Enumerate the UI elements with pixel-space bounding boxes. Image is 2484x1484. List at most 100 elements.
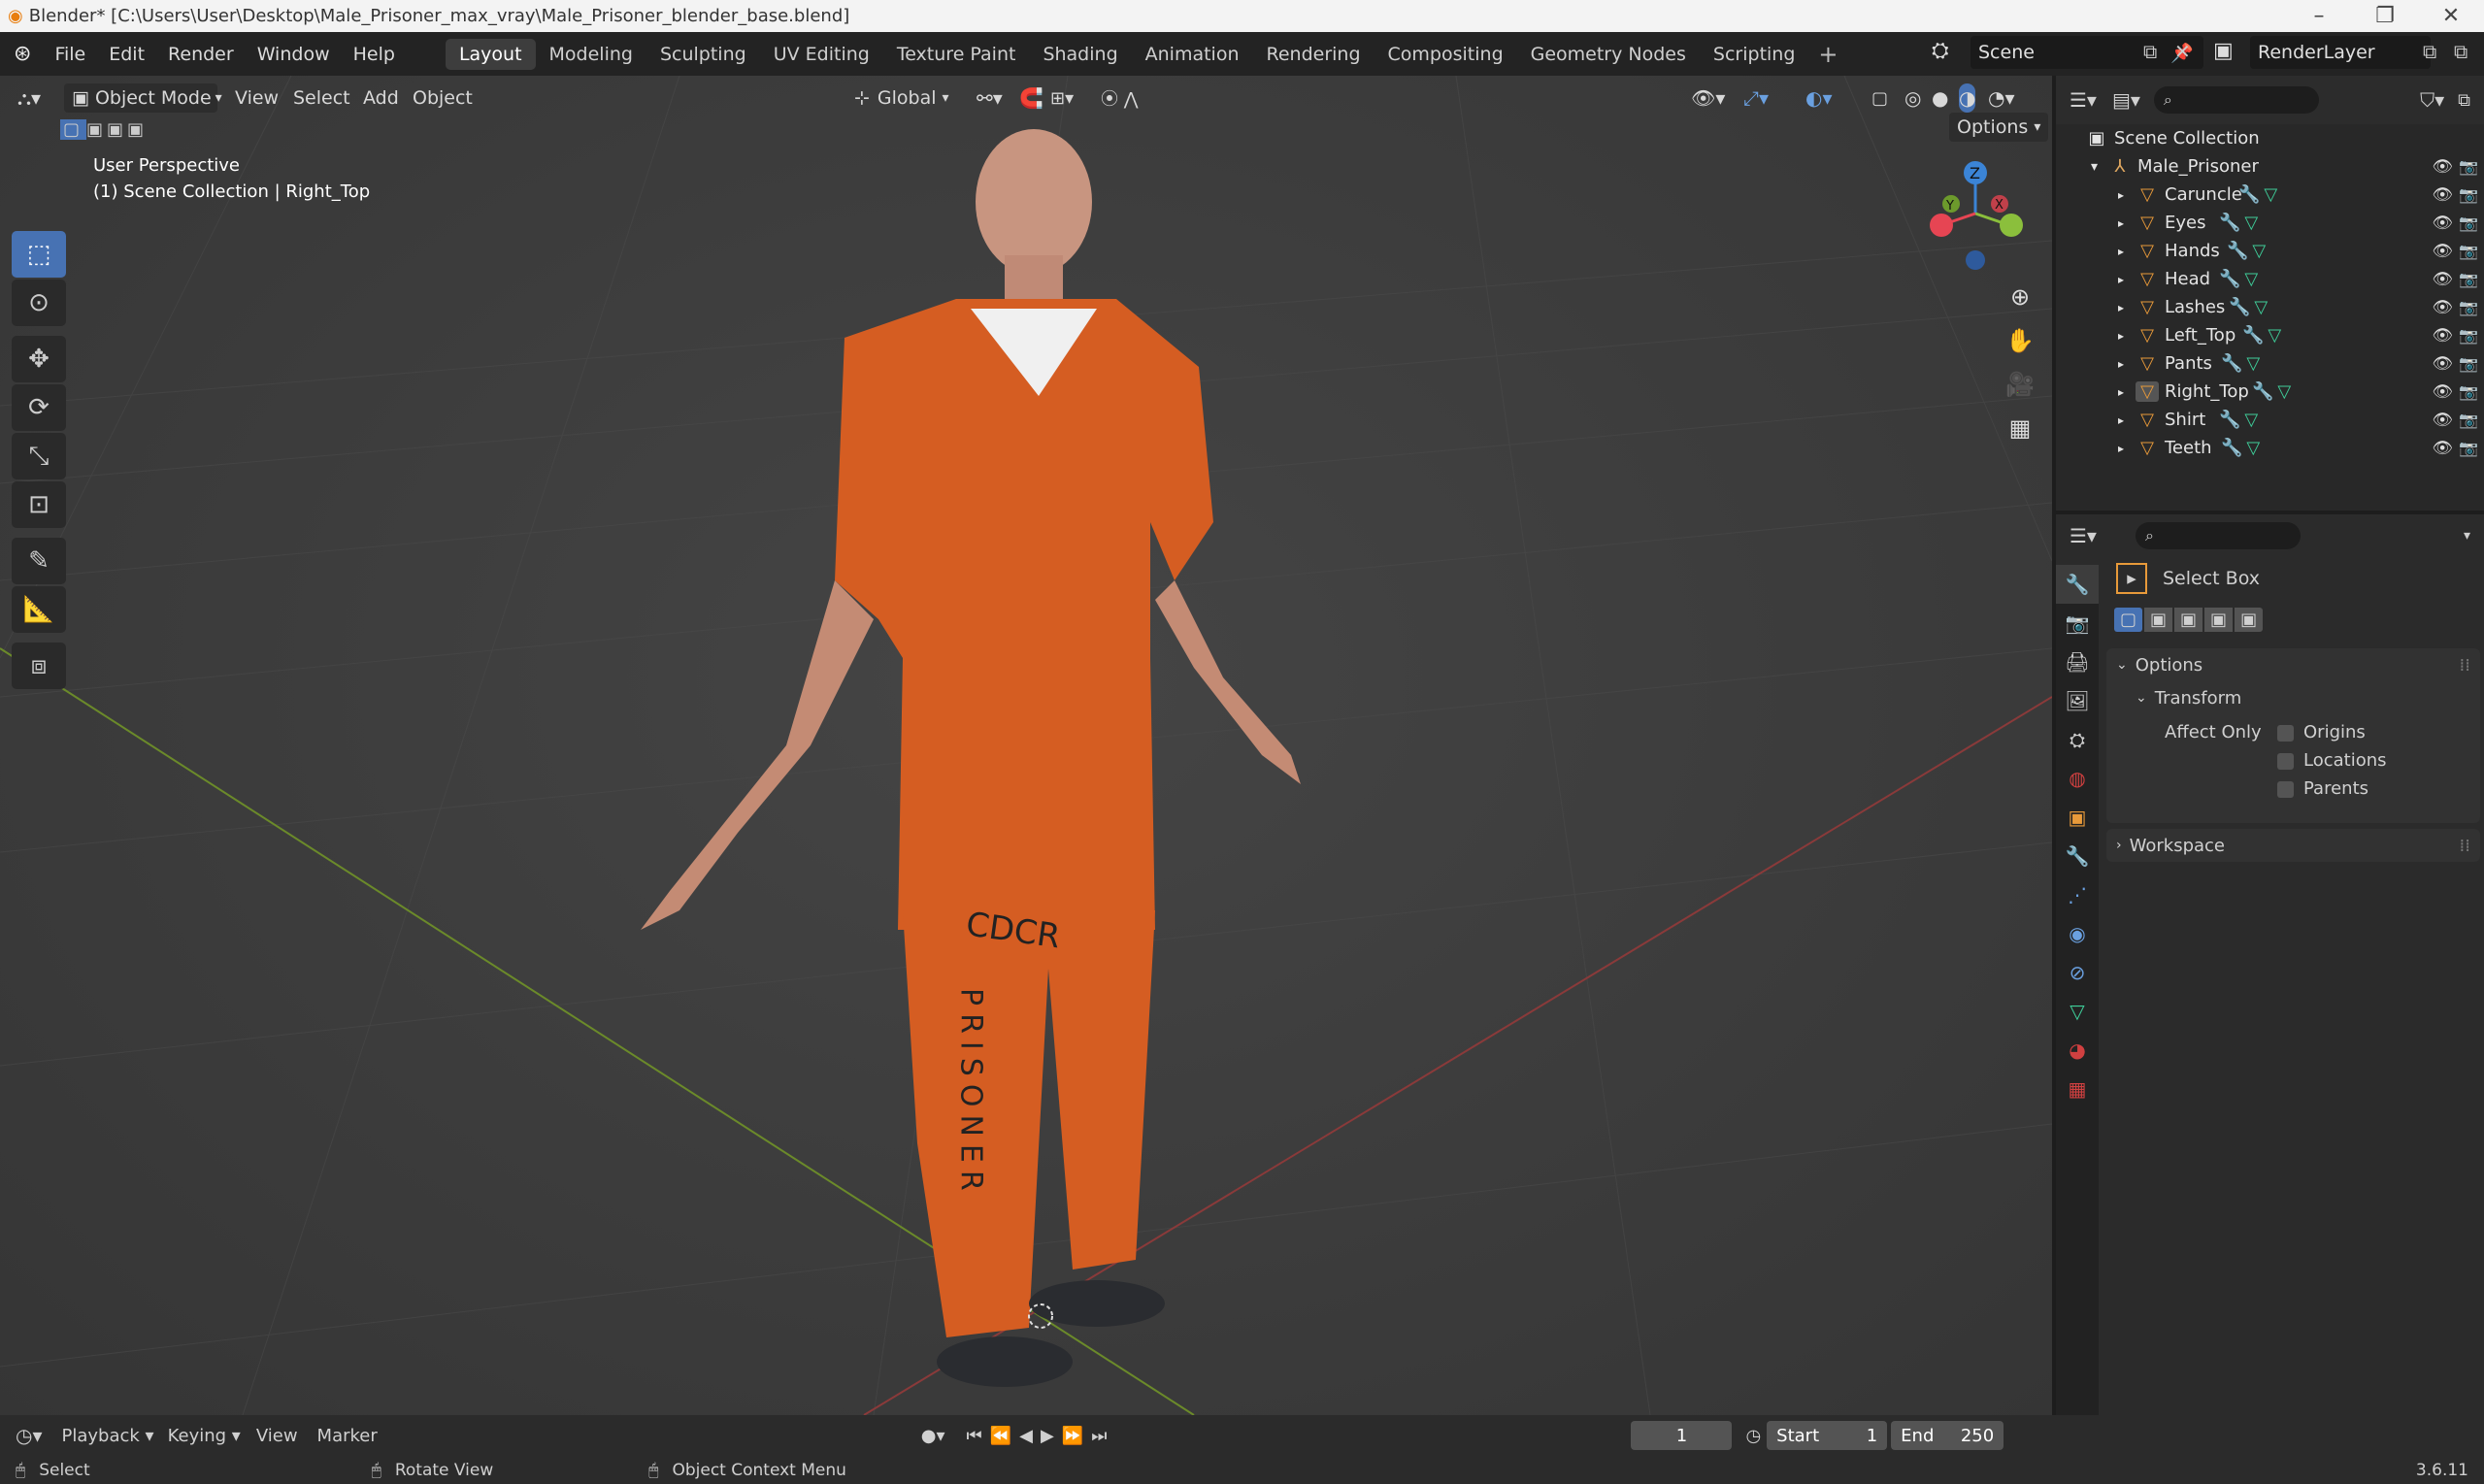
- select-mode-buttons[interactable]: ▢ ▣ ▣ ▣: [60, 115, 148, 144]
- eye-icon[interactable]: 👁: [2432, 270, 2453, 289]
- add-cube-tool-icon[interactable]: ⧈: [12, 643, 66, 689]
- view-layer-selector[interactable]: RenderLayer: [2250, 36, 2431, 69]
- menu-edit[interactable]: Edit: [97, 44, 156, 65]
- data-tab-icon[interactable]: ▽: [2056, 992, 2099, 1031]
- timeline-editor-icon[interactable]: ◷▾: [16, 1424, 43, 1447]
- locations-checkbox[interactable]: Locations: [2277, 750, 2387, 771]
- menu-help[interactable]: Help: [342, 44, 407, 65]
- transform-tool-icon[interactable]: ⊡: [12, 481, 66, 528]
- visibility-icon[interactable]: 👁▾: [1691, 83, 1725, 113]
- outliner-search-input[interactable]: ⌕: [2153, 86, 2319, 114]
- collection-row[interactable]: ▾ ⅄ Male_Prisoner 👁 📷: [2056, 152, 2484, 181]
- tool-tab-icon[interactable]: 🔧: [2056, 565, 2099, 604]
- expand-icon[interactable]: ▸: [2118, 216, 2136, 230]
- physics-tab-icon[interactable]: ◉: [2056, 914, 2099, 953]
- play-icon[interactable]: ▶: [1041, 1426, 1054, 1446]
- select-difference-icon[interactable]: ▣: [2204, 608, 2234, 632]
- current-frame-field[interactable]: 1: [1631, 1421, 1733, 1450]
- tab-compositing[interactable]: Compositing: [1374, 39, 1517, 70]
- select-extend-icon[interactable]: ▣: [2144, 608, 2173, 632]
- outliner-item-pants[interactable]: ▸ ▽ Pants 🔧 ▽ 👁 📷: [2056, 349, 2484, 378]
- camera-render-icon[interactable]: 📷: [2459, 242, 2478, 260]
- checkbox-box[interactable]: [2277, 724, 2294, 742]
- maximize-icon[interactable]: ❐: [2352, 4, 2418, 28]
- menu-render[interactable]: Render: [156, 44, 246, 65]
- drag-handle-icon[interactable]: ⁞⁞: [2460, 655, 2470, 676]
- expand-icon[interactable]: ▸: [2118, 329, 2136, 343]
- outliner-item-hands[interactable]: ▸ ▽ Hands 🔧 ▽ 👁 📷: [2056, 237, 2484, 265]
- delete-layer-icon[interactable]: ⧉: [2454, 40, 2467, 63]
- view-layer-tab-icon[interactable]: 🖼: [2056, 681, 2099, 720]
- snap-icon[interactable]: 🧲: [1019, 83, 1043, 113]
- mode-dropdown[interactable]: ▣ Object Mode ▾: [64, 83, 222, 113]
- jump-keyframe-back-icon[interactable]: ⏪: [990, 1426, 1011, 1446]
- new-scene-icon[interactable]: ⧉: [2143, 40, 2157, 63]
- xray-icon[interactable]: ▢: [1871, 83, 1888, 113]
- delete-scene-icon[interactable]: ✕: [2174, 40, 2191, 63]
- eye-icon[interactable]: 👁: [2432, 382, 2453, 402]
- pivot-icon[interactable]: ⚯▾: [977, 83, 1003, 113]
- transform-subpanel-header[interactable]: ⌄ Transform: [2106, 681, 2480, 714]
- options-dropdown[interactable]: Options ▾: [1949, 113, 2049, 142]
- camera-render-icon[interactable]: 📷: [2459, 270, 2478, 288]
- material-tab-icon[interactable]: ◕: [2056, 1031, 2099, 1070]
- select-subtract-icon[interactable]: ▣: [107, 119, 127, 140]
- outliner-item-right-top[interactable]: ▸ ▽ Right_Top 🔧 ▽ 👁 📷: [2056, 378, 2484, 406]
- new-collection-icon[interactable]: ⧉: [2458, 90, 2470, 111]
- tab-layout[interactable]: Layout: [445, 38, 536, 70]
- particles-tab-icon[interactable]: ⋰: [2056, 875, 2099, 914]
- blender-menu-icon[interactable]: ⊛: [0, 42, 43, 66]
- tab-animation[interactable]: Animation: [1132, 39, 1253, 70]
- add-workspace-icon[interactable]: +: [1808, 41, 1847, 68]
- camera-render-icon[interactable]: 📷: [2459, 214, 2478, 232]
- camera-render-icon[interactable]: 📷: [2459, 326, 2478, 345]
- output-tab-icon[interactable]: 🖨: [2056, 643, 2099, 681]
- record-icon[interactable]: ●▾: [921, 1426, 945, 1446]
- pan-hand-icon[interactable]: ✋: [1999, 319, 2041, 362]
- timeline-menu-keying[interactable]: Keying ▾: [168, 1426, 241, 1446]
- options-panel-header[interactable]: ⌄ Options ⁞⁞: [2106, 648, 2480, 681]
- outliner-item-head[interactable]: ▸ ▽ Head 🔧 ▽ 👁 📷: [2056, 265, 2484, 293]
- start-frame-field[interactable]: Start 1: [1767, 1421, 1888, 1450]
- tab-texture-paint[interactable]: Texture Paint: [883, 39, 1030, 70]
- expand-icon[interactable]: ▸: [2118, 273, 2136, 286]
- expand-icon[interactable]: ▾: [2091, 159, 2108, 175]
- tab-geometry-nodes[interactable]: Geometry Nodes: [1517, 39, 1700, 70]
- select-intersect-icon[interactable]: ▣: [127, 119, 148, 140]
- move-tool-icon[interactable]: ✥: [12, 336, 66, 382]
- scale-tool-icon[interactable]: ⤡: [12, 433, 66, 479]
- tab-sculpting[interactable]: Sculpting: [646, 39, 760, 70]
- expand-icon[interactable]: ▸: [2118, 301, 2136, 314]
- camera-icon[interactable]: 🎥: [1999, 363, 2041, 406]
- jump-end-icon[interactable]: ⏭: [1091, 1426, 1107, 1446]
- viewport-menu-add[interactable]: Add: [363, 83, 399, 113]
- perspective-toggle-icon[interactable]: ▦: [1999, 407, 2041, 449]
- measure-tool-icon[interactable]: 📐: [12, 586, 66, 633]
- modifier-tab-icon[interactable]: 🔧: [2056, 837, 2099, 875]
- new-layer-icon[interactable]: ⧉: [2423, 40, 2436, 63]
- timeline-menu-playback[interactable]: Playback ▾: [62, 1426, 154, 1446]
- view-layer-icon[interactable]: ▣: [2213, 39, 2234, 63]
- shading-material-icon[interactable]: ◑: [1959, 83, 1976, 113]
- display-mode-icon[interactable]: ▤▾: [2112, 88, 2140, 112]
- eye-icon[interactable]: 👁: [2432, 354, 2453, 374]
- character-model[interactable]: CDCR PRISONER: [641, 129, 1301, 1387]
- menu-window[interactable]: Window: [246, 44, 342, 65]
- properties-editor-icon[interactable]: ☰▾: [2070, 524, 2097, 547]
- close-icon[interactable]: ✕: [2418, 4, 2484, 28]
- eye-icon[interactable]: 👁: [2432, 439, 2453, 458]
- parents-checkbox[interactable]: Parents: [2277, 778, 2368, 799]
- cursor-tool-icon[interactable]: ⊙: [12, 280, 66, 326]
- camera-render-icon[interactable]: 📷: [2459, 382, 2478, 401]
- expand-icon[interactable]: ▸: [2118, 357, 2136, 371]
- expand-icon[interactable]: ▸: [2118, 188, 2136, 202]
- eye-icon[interactable]: 👁: [2432, 214, 2453, 233]
- overlay-toggle-icon[interactable]: ◐▾: [1805, 83, 1833, 113]
- 3d-viewport[interactable]: CDCR PRISONER ⛬▾ ▣ Object Mode ▾ View Se…: [0, 76, 2052, 1415]
- outliner-item-left-top[interactable]: ▸ ▽ Left_Top 🔧 ▽ 👁 📷: [2056, 321, 2484, 349]
- transform-orientation-dropdown[interactable]: ⊹ Global ▾: [854, 83, 949, 113]
- camera-render-icon[interactable]: 📷: [2459, 439, 2478, 457]
- viewport-menu-select[interactable]: Select: [293, 83, 350, 113]
- expand-icon[interactable]: ▸: [2118, 385, 2136, 399]
- tab-uv-editing[interactable]: UV Editing: [760, 39, 883, 70]
